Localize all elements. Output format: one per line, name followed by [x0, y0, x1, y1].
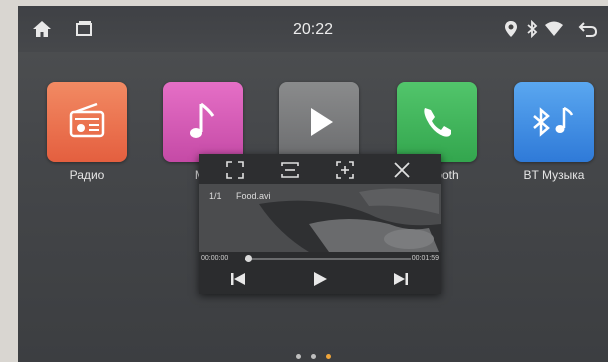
- app-label: BT Музыка: [523, 168, 585, 182]
- zoom-icon[interactable]: [335, 160, 355, 180]
- back-icon[interactable]: [578, 20, 598, 41]
- time-current: 00:00:00: [201, 255, 229, 262]
- next-track-icon[interactable]: [392, 271, 410, 292]
- radio-icon[interactable]: [47, 82, 127, 162]
- home-screen: 20:22 Радио ooth BT Музыка 1/1 Food.avi …: [18, 6, 608, 362]
- app-bt-music[interactable]: BT Музыка: [514, 82, 594, 182]
- status-bar: 20:22: [18, 6, 608, 52]
- close-icon[interactable]: [392, 160, 412, 180]
- playback-controls: [199, 266, 441, 294]
- video-player-window[interactable]: 1/1 Food.avi 00:00:00 00:01:59: [199, 154, 441, 294]
- music-note-icon[interactable]: [163, 82, 243, 162]
- previous-track-icon[interactable]: [229, 271, 247, 292]
- play-icon[interactable]: [279, 82, 359, 162]
- phone-icon[interactable]: [397, 82, 477, 162]
- location-pin-icon: [504, 20, 518, 41]
- bluetooth-icon: [526, 19, 538, 41]
- fullscreen-icon[interactable]: [225, 160, 245, 180]
- bluetooth-music-icon[interactable]: [514, 82, 594, 162]
- page-dot[interactable]: [325, 354, 331, 359]
- clock: 20:22: [292, 21, 334, 38]
- page-dot[interactable]: [310, 354, 316, 359]
- progress-track[interactable]: [245, 255, 411, 262]
- page-dot[interactable]: [295, 354, 301, 359]
- time-total: 00:01:59: [411, 255, 439, 262]
- app-label: Радио: [69, 168, 105, 182]
- file-name: Food.avi: [236, 191, 271, 201]
- progress-knob[interactable]: [245, 255, 253, 262]
- page-indicator: [18, 346, 608, 362]
- wifi-icon: [544, 20, 564, 41]
- progress-bar[interactable]: 00:00:00 00:01:59: [199, 252, 441, 266]
- fit-screen-icon[interactable]: [280, 160, 300, 180]
- app-radio[interactable]: Радио: [47, 82, 127, 182]
- play-button-icon[interactable]: [311, 271, 329, 292]
- track-index: 1/1: [209, 191, 222, 201]
- player-toolbar: [199, 154, 441, 184]
- track-info: 1/1 Food.avi: [209, 191, 283, 201]
